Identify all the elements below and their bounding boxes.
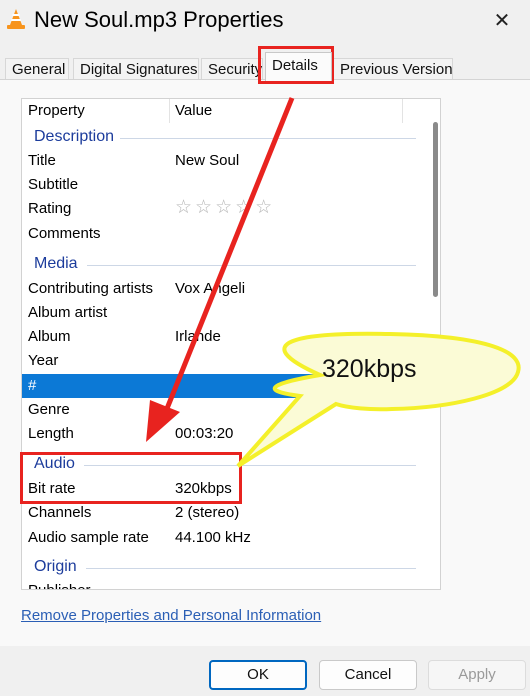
column-separator[interactable] xyxy=(402,99,403,123)
list-item-comments[interactable]: Comments xyxy=(22,222,432,246)
section-label: Media xyxy=(34,255,78,272)
property-name: Contributing artists xyxy=(28,280,154,297)
remove-properties-link[interactable]: Remove Properties and Personal Informati… xyxy=(21,606,321,626)
section-divider xyxy=(84,465,416,466)
vlc-cone-icon xyxy=(7,9,25,29)
star-rating-icon[interactable]: ☆☆☆☆☆ xyxy=(175,197,275,219)
property-name: # xyxy=(28,377,37,394)
tab-general[interactable]: General xyxy=(5,58,69,80)
property-name: Album xyxy=(28,328,71,345)
tab-digital-signatures[interactable]: Digital Signatures xyxy=(73,58,199,80)
property-value: 320kbps xyxy=(175,480,232,497)
vertical-scrollbar[interactable] xyxy=(430,100,440,588)
list-item-audio-sample-rate[interactable]: Audio sample rate 44.100 kHz xyxy=(22,526,432,550)
section-divider xyxy=(87,265,416,266)
section-label: Origin xyxy=(34,558,77,575)
property-name: Genre xyxy=(28,401,70,418)
tab-strip: General Digital Signatures Security Deta… xyxy=(0,44,530,81)
list-item-genre[interactable]: Genre xyxy=(22,398,432,422)
list-item-contributing-artists[interactable]: Contributing artists Vox Angeli xyxy=(22,277,432,301)
section-divider xyxy=(86,568,416,569)
section-origin: Origin xyxy=(22,554,432,580)
callout-text: 320kbps xyxy=(322,355,417,383)
property-name: Publisher xyxy=(28,579,91,589)
section-media: Media xyxy=(22,251,432,277)
property-value: 2 (stereo) xyxy=(175,504,240,521)
property-name: Channels xyxy=(28,504,92,521)
column-separator[interactable] xyxy=(169,99,170,123)
property-name: Subtitle xyxy=(28,176,79,193)
list-item-title[interactable]: Title New Soul xyxy=(22,149,432,173)
property-name: Comments xyxy=(28,225,101,242)
tab-previous-versions[interactable]: Previous Versions xyxy=(333,58,453,80)
list-item-bit-rate[interactable]: Bit rate 320kbps xyxy=(22,477,432,501)
properties-list[interactable]: Property Value Description Title New Sou… xyxy=(21,98,441,590)
cancel-button[interactable]: Cancel xyxy=(319,660,417,690)
list-item-subtitle[interactable]: Subtitle xyxy=(22,173,432,197)
property-value: Vox Angeli xyxy=(175,280,246,297)
section-label: Audio xyxy=(34,455,75,472)
column-header-value[interactable]: Value xyxy=(175,99,212,123)
property-value: 44.100 kHz xyxy=(175,529,251,546)
property-name: Rating xyxy=(28,200,72,217)
list-item-album-artist[interactable]: Album artist xyxy=(22,301,432,325)
scrollbar-thumb[interactable] xyxy=(433,122,438,297)
apply-button[interactable]: Apply xyxy=(428,660,526,690)
list-item-channels[interactable]: Channels 2 (stereo) xyxy=(22,501,432,525)
property-name: Title xyxy=(28,152,56,169)
title-bar: New Soul.mp3 Properties ✕ xyxy=(0,0,530,44)
section-label: Description xyxy=(34,128,115,145)
section-divider xyxy=(120,138,416,139)
list-item-publisher[interactable]: Publisher xyxy=(22,579,432,589)
property-value: Irlande xyxy=(175,328,221,345)
tab-details[interactable]: Details xyxy=(265,52,332,81)
property-value: 00:03:20 xyxy=(175,425,234,442)
list-header: Property Value xyxy=(22,99,440,123)
list-item-rating[interactable]: Rating ☆☆☆☆☆ xyxy=(22,197,432,221)
property-name: Bit rate xyxy=(28,480,76,497)
close-button[interactable]: ✕ xyxy=(482,4,522,36)
tab-security[interactable]: Security xyxy=(201,58,263,80)
column-header-property[interactable]: Property xyxy=(28,99,85,123)
property-name: Album artist xyxy=(28,304,108,321)
ok-button[interactable]: OK xyxy=(209,660,307,690)
property-name: Audio sample rate xyxy=(28,529,149,546)
section-description: Description xyxy=(22,124,432,150)
close-icon: ✕ xyxy=(493,9,511,32)
list-item-album[interactable]: Album Irlande xyxy=(22,325,432,349)
property-value: New Soul xyxy=(175,152,240,169)
section-audio: Audio xyxy=(22,451,432,477)
property-name: Year xyxy=(28,352,59,369)
list-item-length[interactable]: Length 00:03:20 xyxy=(22,422,432,446)
property-name: Length xyxy=(28,425,74,442)
window-title: New Soul.mp3 Properties xyxy=(34,7,284,32)
